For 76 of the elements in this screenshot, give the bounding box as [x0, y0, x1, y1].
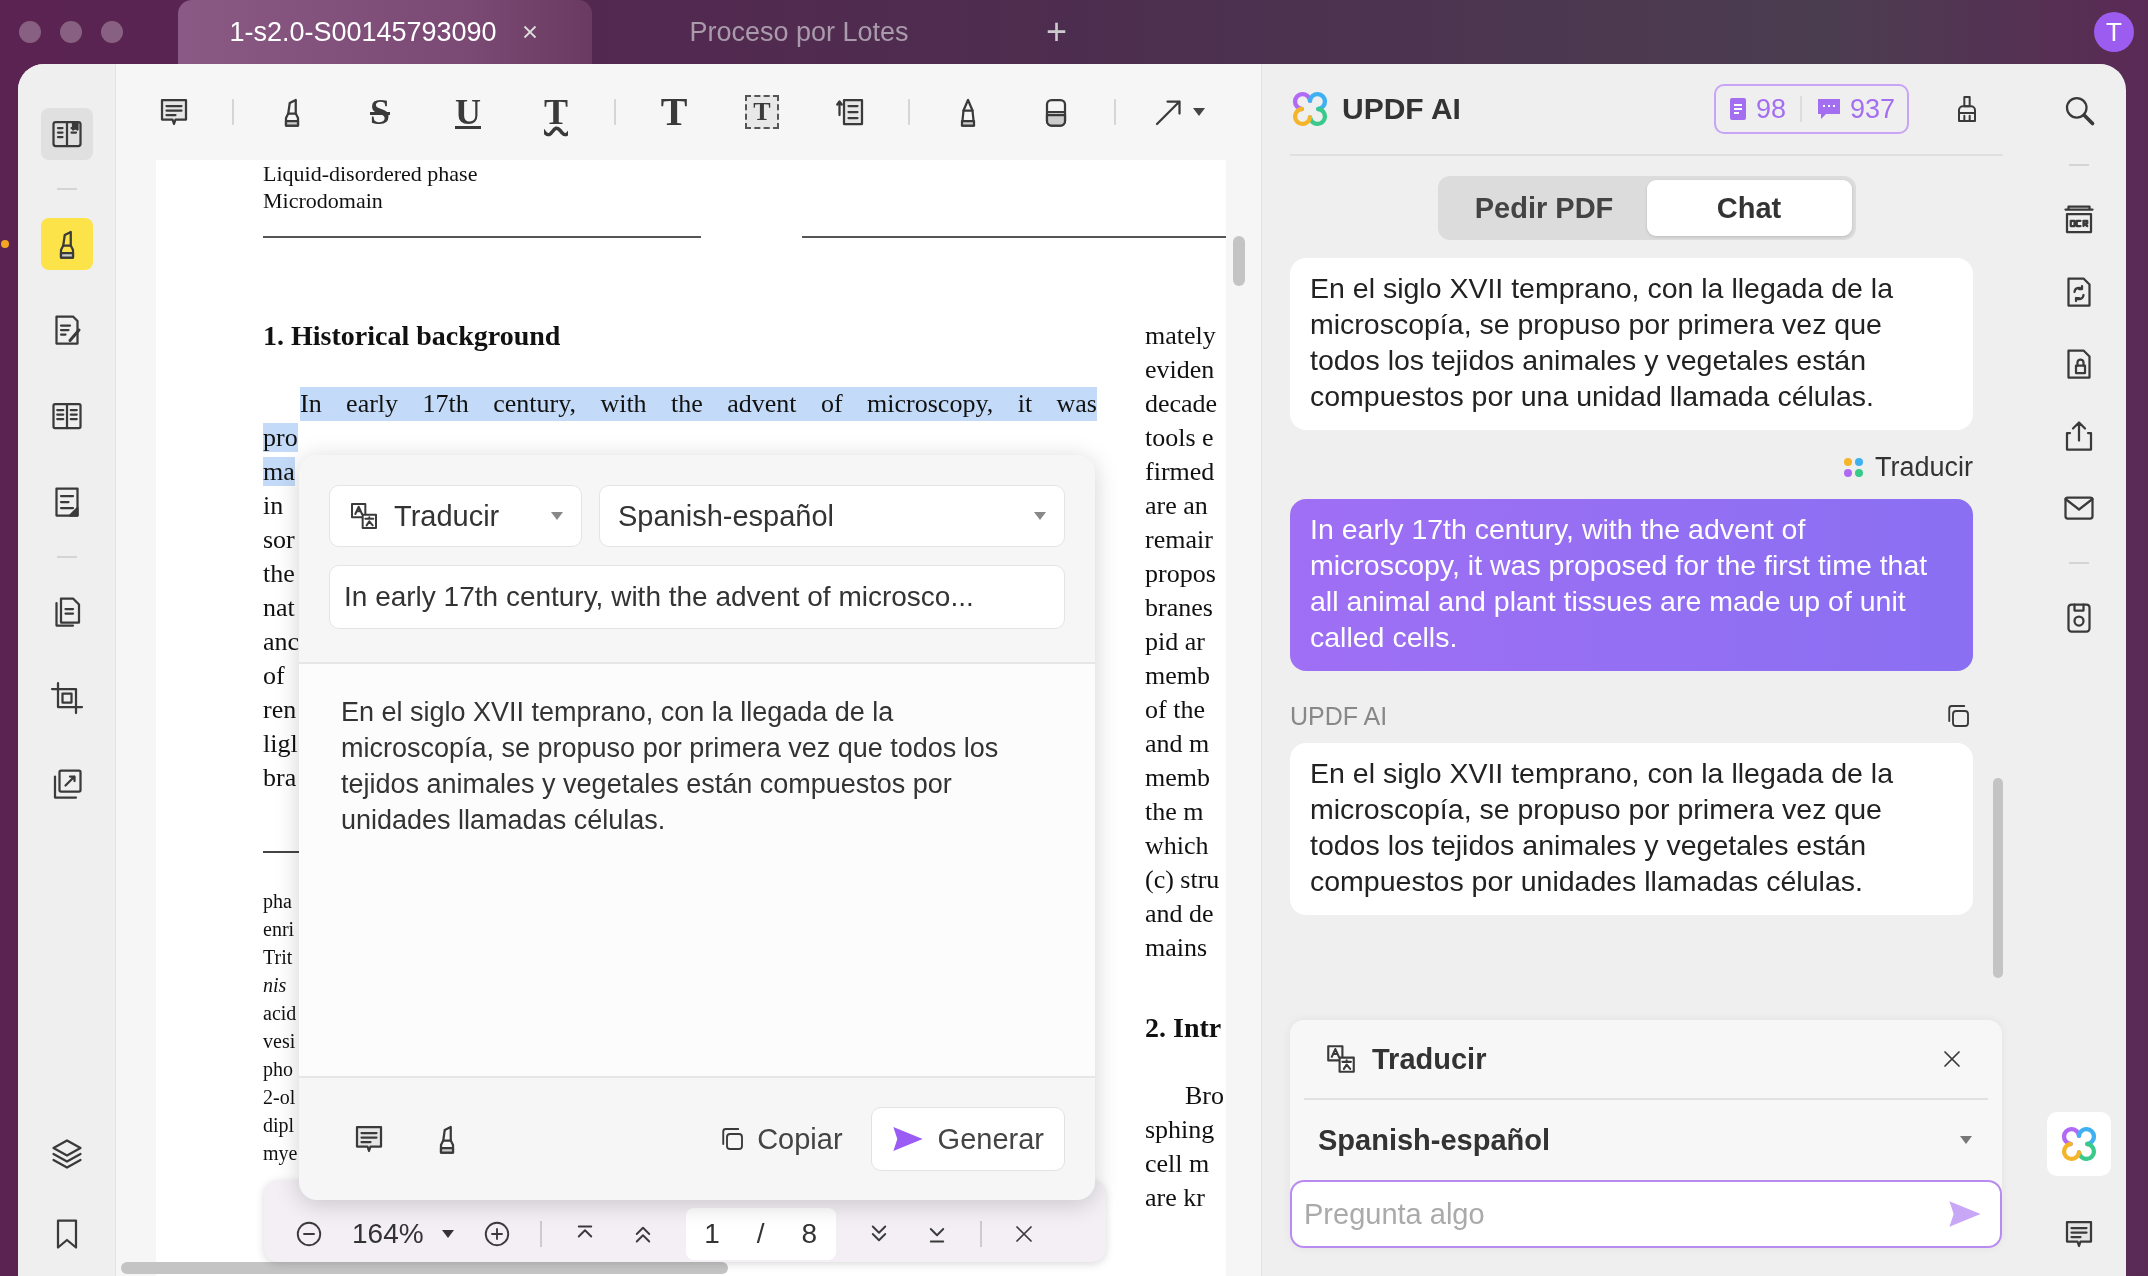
- body-text-line: ren: [263, 695, 297, 724]
- new-tab-button[interactable]: +: [1046, 11, 1068, 53]
- body-text-line: are kr: [1145, 1182, 1206, 1214]
- footnote-text-line: dipl: [263, 1113, 295, 1139]
- body-text-line: mately: [1145, 320, 1217, 352]
- user-message: In early 17th century, with the advent of microscopy, it was proposed for the first time that all animal and plant tissues are made up of unit called cells.: [1290, 499, 1973, 671]
- body-text-line: and de: [1145, 898, 1215, 930]
- body-text-line: the m: [1145, 796, 1205, 828]
- strikethrough-icon[interactable]: S: [370, 94, 390, 130]
- ai-answer-text: En el siglo XVII temprano, con la llegada de la microscopía, se propuso por primera vez que todos los tejidos animales y vegetales están compuestos por unidades llamadas células.: [1290, 743, 1973, 915]
- body-text-line: (c) stru: [1145, 864, 1221, 896]
- body-text-line: anc: [263, 627, 300, 656]
- prompt-label: Traducir: [1875, 452, 1973, 483]
- body-text-line: branes: [1145, 592, 1214, 624]
- language-dropdown[interactable]: Spanish-español: [1290, 1100, 2002, 1180]
- legend-text: Microdomain: [263, 187, 384, 214]
- body-text-line: remair: [1145, 524, 1214, 556]
- body-text-line: propos: [1145, 558, 1217, 590]
- body-text-line: sphing: [1145, 1114, 1216, 1146]
- panel-title: UPDF AI: [1342, 92, 1461, 126]
- footnote-text-line: vesi: [263, 1029, 296, 1054]
- ai-answer-text: En el siglo XVII temprano, con la llegada de la microscopía, se propuso por primera vez que todos los tejidos animales y vegetales están compuestos por una unidad llamada células.: [1290, 258, 1973, 430]
- document-tab[interactable]: 1-s2.0-S00145793090: [178, 0, 592, 64]
- generate-button[interactable]: Generar: [870, 1107, 1065, 1171]
- text-icon[interactable]: T: [660, 92, 688, 132]
- action-dropdown[interactable]: Traducir: [329, 485, 582, 547]
- body-text-line: the: [263, 559, 295, 588]
- body-text-line: are an: [1145, 490, 1209, 522]
- body-text-line: and m: [1145, 728, 1211, 760]
- body-text-line: memb: [1145, 660, 1211, 692]
- zoom-dropdown[interactable]: 164%: [352, 1218, 454, 1250]
- section-heading: 2. Intr: [1145, 1011, 1223, 1045]
- text-box-icon[interactable]: T: [745, 95, 779, 129]
- translation-text: En el siglo XVII temprano, con la llegada de la microscopía, se propuso por primera vez que todos los tejidos animales y vegetales están compuestos por unidades llamadas células.: [299, 664, 1095, 1076]
- mode-tab[interactable]: Pedir PDF: [1441, 180, 1647, 236]
- body-text-line: which: [1145, 830, 1210, 862]
- body-text-line: in: [263, 491, 284, 520]
- body-text-line: ligl: [263, 729, 298, 758]
- user-avatar[interactable]: T: [2094, 12, 2134, 52]
- body-text-line: of the: [1145, 694, 1206, 726]
- body-text-line: tools e: [1145, 422, 1215, 454]
- footnote-text-line: Trit: [263, 945, 293, 970]
- footnote-text-line: nis: [263, 973, 287, 998]
- source-text-field[interactable]: In early 17th century, with the advent of microsco...: [329, 565, 1065, 629]
- mode-tab[interactable]: Chat: [1646, 180, 1852, 236]
- prompt-mode-label: Traducir: [1372, 1042, 1487, 1076]
- copy-button[interactable]: Copiar: [717, 1122, 843, 1156]
- squiggly-underline-icon[interactable]: T: [544, 94, 568, 130]
- body-text-line: cell m: [1145, 1148, 1211, 1180]
- credit-count: 937: [1849, 93, 1895, 125]
- footnote-text-line: pho: [263, 1057, 293, 1083]
- legend-text: Liquid-disordered phase: [263, 160, 479, 187]
- body-text-line: memb: [1145, 762, 1211, 794]
- body-text-line: firmed: [1145, 456, 1216, 488]
- body-text-line: eviden: [1145, 354, 1216, 386]
- footnote-text-line: mye: [263, 1141, 298, 1167]
- footnote-text-line: pha: [263, 889, 292, 915]
- body-text-line: pid ar: [1145, 626, 1206, 658]
- question-field[interactable]: Pregunta algo: [1290, 1180, 2002, 1248]
- body-text-line: Bro: [1184, 1080, 1224, 1112]
- section-heading: 1. Historical background: [263, 319, 562, 353]
- body-text-line: bra: [263, 763, 297, 792]
- sender-label: UPDF AI: [1290, 701, 1388, 731]
- body-text-line: decade: [1145, 388, 1219, 420]
- page-number-field[interactable]: 1 / 8: [685, 1208, 836, 1260]
- underline-icon[interactable]: U: [455, 94, 481, 130]
- footnote-text-line: acid: [263, 1001, 297, 1026]
- body-text-line: nat: [263, 593, 295, 622]
- language-dropdown[interactable]: Spanish-español: [599, 485, 1065, 547]
- body-text-line: mains: [1145, 932, 1209, 964]
- body-text-line: of: [263, 661, 285, 690]
- footnote-text-line: 2-ol: [263, 1085, 296, 1110]
- body-text-line: sor: [263, 525, 295, 554]
- document-tab[interactable]: Proceso por Lotes: [592, 0, 1006, 64]
- footnote-text-line: enri: [263, 917, 295, 942]
- credit-count: 98: [1755, 93, 1786, 125]
